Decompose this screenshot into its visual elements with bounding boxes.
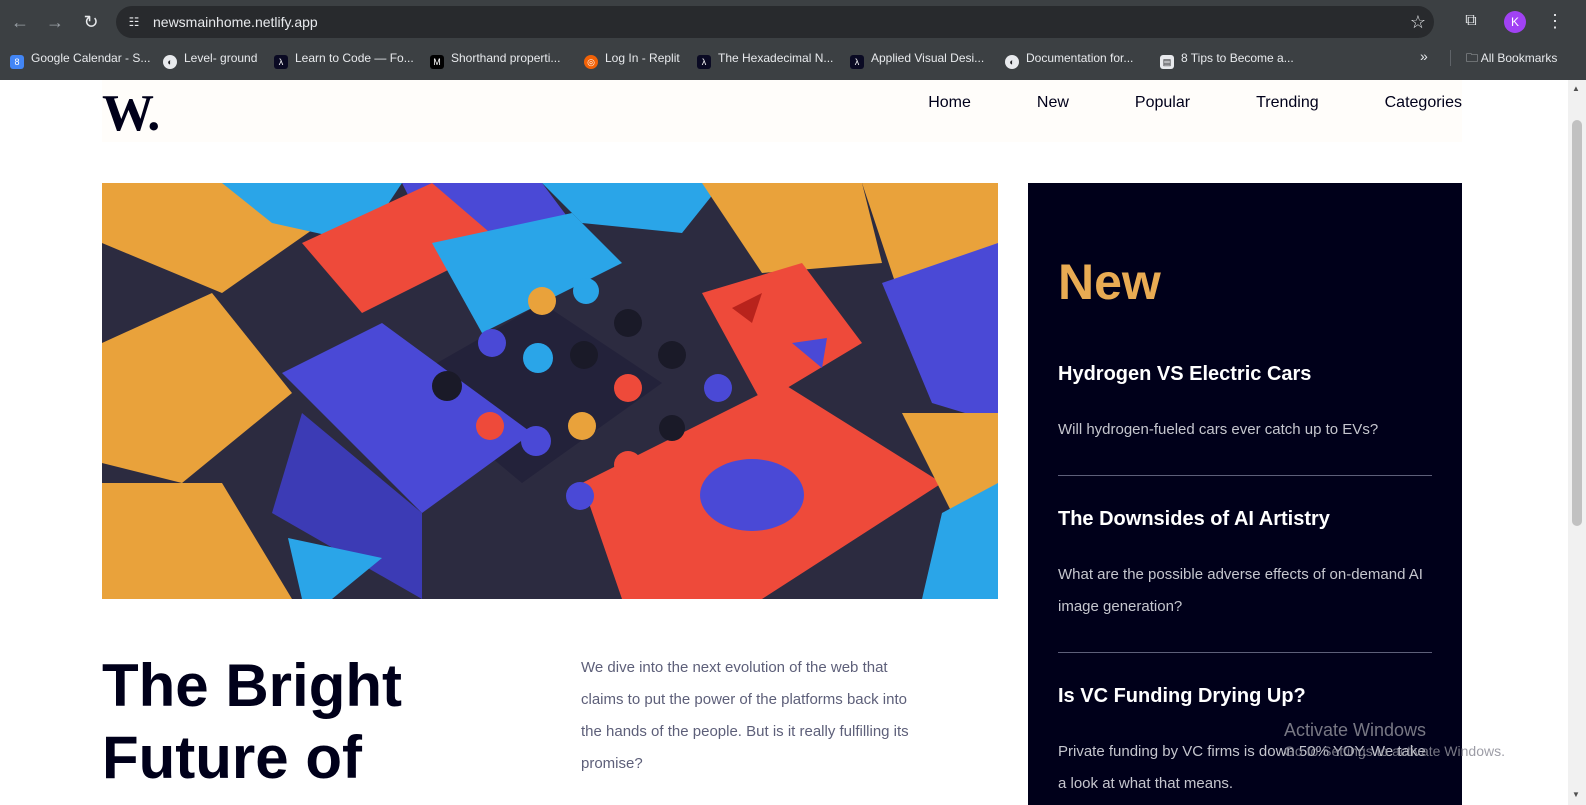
news-item-title[interactable]: The Downsides of AI Artistry	[1058, 508, 1432, 531]
bookmark-item[interactable]: ◐ Level- ground	[163, 48, 257, 69]
bookmark-item[interactable]: λ Learn to Code — Fo...	[274, 48, 414, 69]
scroll-thumb[interactable]	[1572, 120, 1582, 526]
news-item-title[interactable]: Is VC Funding Drying Up?	[1058, 685, 1432, 708]
news-item-text: Will hydrogen-fueled cars ever catch up …	[1058, 421, 1379, 438]
sidebar-title: New	[1058, 254, 1161, 310]
site-settings-icon[interactable]: ☷	[126, 14, 142, 30]
scroll-down-icon[interactable]: ▼	[1572, 790, 1580, 799]
browser-chrome: ← → ↻ ☷ newsmainhome.netlify.app ☆ ⧉ K ⋮…	[0, 0, 1586, 80]
bookmarks-divider	[1450, 50, 1451, 66]
back-icon[interactable]: ←	[8, 10, 32, 34]
nav-categories[interactable]: Categories	[1385, 94, 1462, 112]
news-item[interactable]: Hydrogen VS Electric Cars Will hydrogen-…	[1058, 363, 1432, 446]
item-divider	[1058, 652, 1432, 653]
bookmark-item[interactable]: ◎ Log In - Replit	[584, 48, 680, 69]
site-header: W. Home New Popular Trending Categories	[102, 80, 1462, 142]
address-bar[interactable]: ☷ newsmainhome.netlify.app ☆	[116, 6, 1434, 38]
nav-popular[interactable]: Popular	[1135, 94, 1190, 112]
page-headline: The Bright Future of	[102, 652, 402, 791]
forward-icon[interactable]: →	[43, 10, 67, 34]
bookmark-item[interactable]: 8 Google Calendar - S...	[10, 48, 150, 69]
browser-toolbar: ← → ↻ ☷ newsmainhome.netlify.app ☆ ⧉ K ⋮	[0, 0, 1586, 44]
freecodecamp-icon: λ	[274, 55, 288, 69]
freecodecamp-icon: λ	[850, 55, 864, 69]
activate-windows-subtitle: Go to Settings to activate Windows.	[1284, 743, 1505, 759]
more-bookmarks-icon[interactable]: »	[1420, 48, 1428, 64]
site-logo[interactable]: W.	[102, 84, 160, 143]
folder-icon: 🗀	[1466, 51, 1481, 65]
nav-home[interactable]: Home	[928, 94, 971, 112]
main-nav: Home New Popular Trending Categories	[862, 94, 1462, 112]
all-bookmarks-button[interactable]: 🗀 All Bookmarks	[1466, 48, 1557, 68]
profile-avatar[interactable]: K	[1504, 11, 1526, 33]
item-divider	[1058, 475, 1432, 476]
news-item-title[interactable]: Hydrogen VS Electric Cars	[1058, 363, 1432, 386]
url-text[interactable]: newsmainhome.netlify.app	[153, 14, 318, 30]
bookmark-star-icon[interactable]: ☆	[1410, 12, 1426, 32]
bookmark-item[interactable]: M Shorthand properti...	[430, 48, 560, 69]
news-item[interactable]: The Downsides of AI Artistry What are th…	[1058, 508, 1432, 623]
hero-image	[102, 183, 998, 599]
globe-icon: ◐	[1005, 55, 1019, 69]
web-page: W. Home New Popular Trending Categories	[0, 80, 1586, 805]
new-sidebar: New Hydrogen VS Electric Cars Will hydro…	[1028, 183, 1462, 805]
reload-icon[interactable]: ↻	[79, 10, 103, 34]
scroll-up-icon[interactable]: ▲	[1572, 84, 1580, 93]
page-scrollbar[interactable]: ▲ ▼	[1568, 80, 1586, 805]
activate-windows-title: Activate Windows	[1284, 720, 1427, 740]
extensions-icon[interactable]: ⧉	[1460, 10, 1482, 32]
hero-illustration	[102, 183, 998, 599]
article-lede: We dive into the next evolution of the w…	[581, 659, 909, 772]
news-item-text: What are the possible adverse effects of…	[1058, 566, 1423, 615]
calendar-icon: 8	[10, 55, 24, 69]
bookmark-item[interactable]: ▤ 8 Tips to Become a...	[1160, 48, 1294, 69]
replit-icon: ◎	[584, 55, 598, 69]
nav-trending[interactable]: Trending	[1256, 94, 1319, 112]
mdn-icon: M	[430, 55, 444, 69]
article-icon: ▤	[1160, 55, 1174, 69]
freecodecamp-icon: λ	[697, 55, 711, 69]
globe-icon: ◐	[163, 55, 177, 69]
nav-new[interactable]: New	[1037, 94, 1069, 112]
bookmark-item[interactable]: ◐ Documentation for...	[1005, 48, 1133, 69]
bookmarks-bar: 8 Google Calendar - S... ◐ Level- ground λ…	[0, 44, 1586, 72]
bookmark-item[interactable]: λ The Hexadecimal N...	[697, 48, 833, 69]
bookmark-item[interactable]: λ Applied Visual Desi...	[850, 48, 984, 69]
browser-menu-icon[interactable]: ⋮	[1546, 10, 1564, 32]
